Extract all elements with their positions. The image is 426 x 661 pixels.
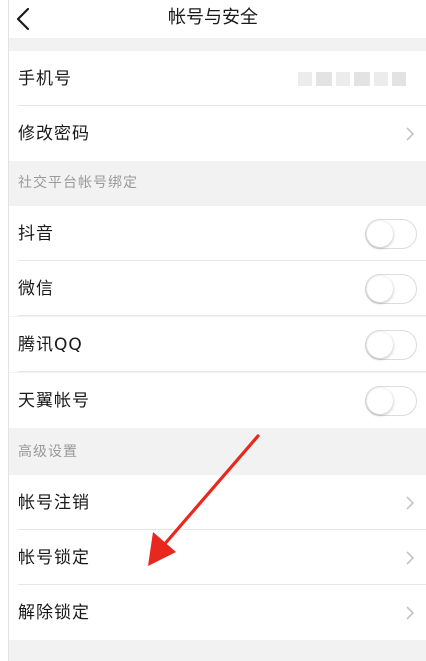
account-deactivate-label: 帐号注销	[18, 493, 90, 513]
change-password-row[interactable]: 修改密码	[9, 106, 426, 161]
account-unlock-label: 解除锁定	[18, 603, 90, 623]
change-password-label: 修改密码	[18, 124, 90, 144]
social-section-header: 社交平台帐号绑定	[9, 161, 426, 205]
account-security-screen: 帐号与安全 手机号 修改密码 社交平台帐号绑定 抖音 微信 腾讯QQ 天翼帐号 …	[0, 0, 426, 661]
social-item-label: 微信	[18, 279, 54, 299]
toggle-knob	[367, 388, 393, 414]
navigation-bar: 帐号与安全	[0, 0, 426, 38]
phone-label: 手机号	[18, 69, 72, 89]
toggle-knob	[367, 221, 393, 247]
toggle-knob	[367, 332, 393, 358]
douyin-toggle[interactable]	[365, 219, 417, 249]
left-edge-border	[0, 0, 9, 661]
social-item-label: 腾讯QQ	[18, 335, 83, 355]
social-item-qq: 腾讯QQ	[9, 317, 426, 372]
account-lock-label: 帐号锁定	[18, 548, 90, 568]
account-deactivate-row[interactable]: 帐号注销	[9, 475, 426, 530]
toggle-knob	[367, 276, 393, 302]
social-item-label: 天翼帐号	[18, 391, 90, 411]
chevron-right-icon	[406, 127, 415, 141]
masked-phone-number	[298, 69, 408, 89]
phone-row[interactable]: 手机号	[9, 51, 426, 106]
account-lock-row[interactable]: 帐号锁定	[9, 530, 426, 585]
section-gap	[9, 38, 426, 51]
chevron-right-icon	[406, 551, 415, 565]
page-title: 帐号与安全	[168, 7, 258, 28]
advanced-section-title: 高级设置	[18, 444, 78, 460]
chevron-right-icon	[406, 496, 415, 510]
social-item-label: 抖音	[18, 224, 54, 244]
social-item-wechat: 微信	[9, 261, 426, 316]
chevron-right-icon	[406, 606, 415, 620]
tianyi-toggle[interactable]	[365, 386, 417, 416]
wechat-toggle[interactable]	[365, 274, 417, 304]
account-unlock-row[interactable]: 解除锁定	[9, 585, 426, 640]
social-item-douyin: 抖音	[9, 206, 426, 261]
social-item-tianyi: 天翼帐号	[9, 373, 426, 428]
advanced-section-header: 高级设置	[9, 430, 426, 474]
social-section-title: 社交平台帐号绑定	[18, 175, 138, 191]
bottom-gap	[9, 640, 426, 661]
qq-toggle[interactable]	[365, 330, 417, 360]
